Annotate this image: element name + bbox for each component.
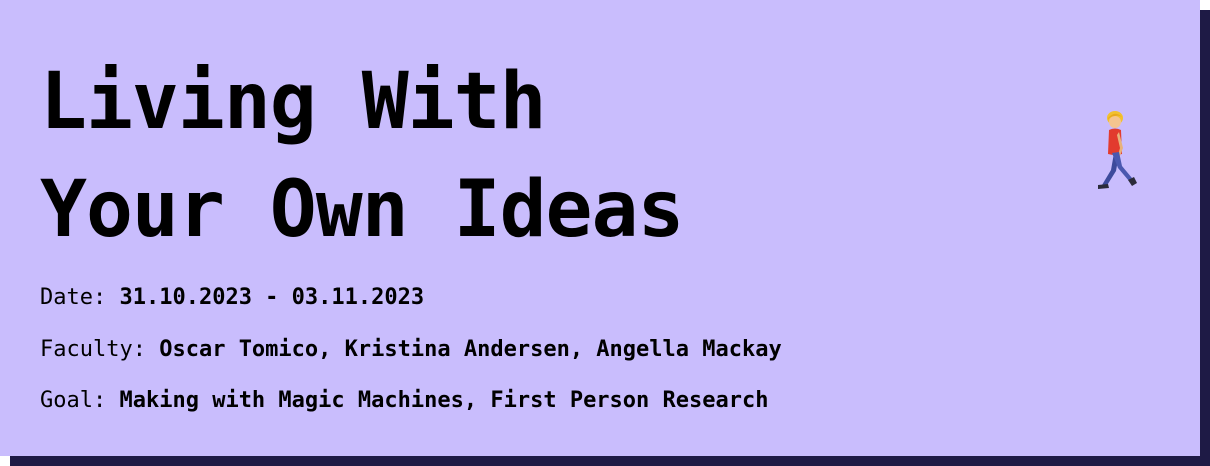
goal-label: Goal:	[40, 388, 120, 413]
card-title: Living With Your Own Ideas	[40, 48, 684, 264]
card-title-line-2: Your Own Ideas	[40, 165, 684, 255]
goal-row: Goal: Making with Magic Machines, First …	[40, 386, 769, 416]
card-title-line-1: Living With	[40, 57, 547, 147]
faculty-value: Oscar Tomico, Kristina Andersen, Angella…	[159, 337, 782, 362]
faculty-label: Faculty:	[40, 337, 160, 362]
walking-person-icon	[1092, 108, 1142, 194]
date-value: 31.10.2023 - 03.11.2023	[119, 285, 425, 310]
goal-value: Making with Magic Machines, First Person…	[119, 388, 769, 413]
course-card: Living With Your Own Ideas Date: 31.10.2…	[0, 0, 1200, 456]
date-row: Date: 31.10.2023 - 03.11.2023	[40, 283, 424, 313]
date-label: Date:	[40, 285, 120, 310]
faculty-row: Faculty: Oscar Tomico, Kristina Andersen…	[40, 335, 782, 365]
